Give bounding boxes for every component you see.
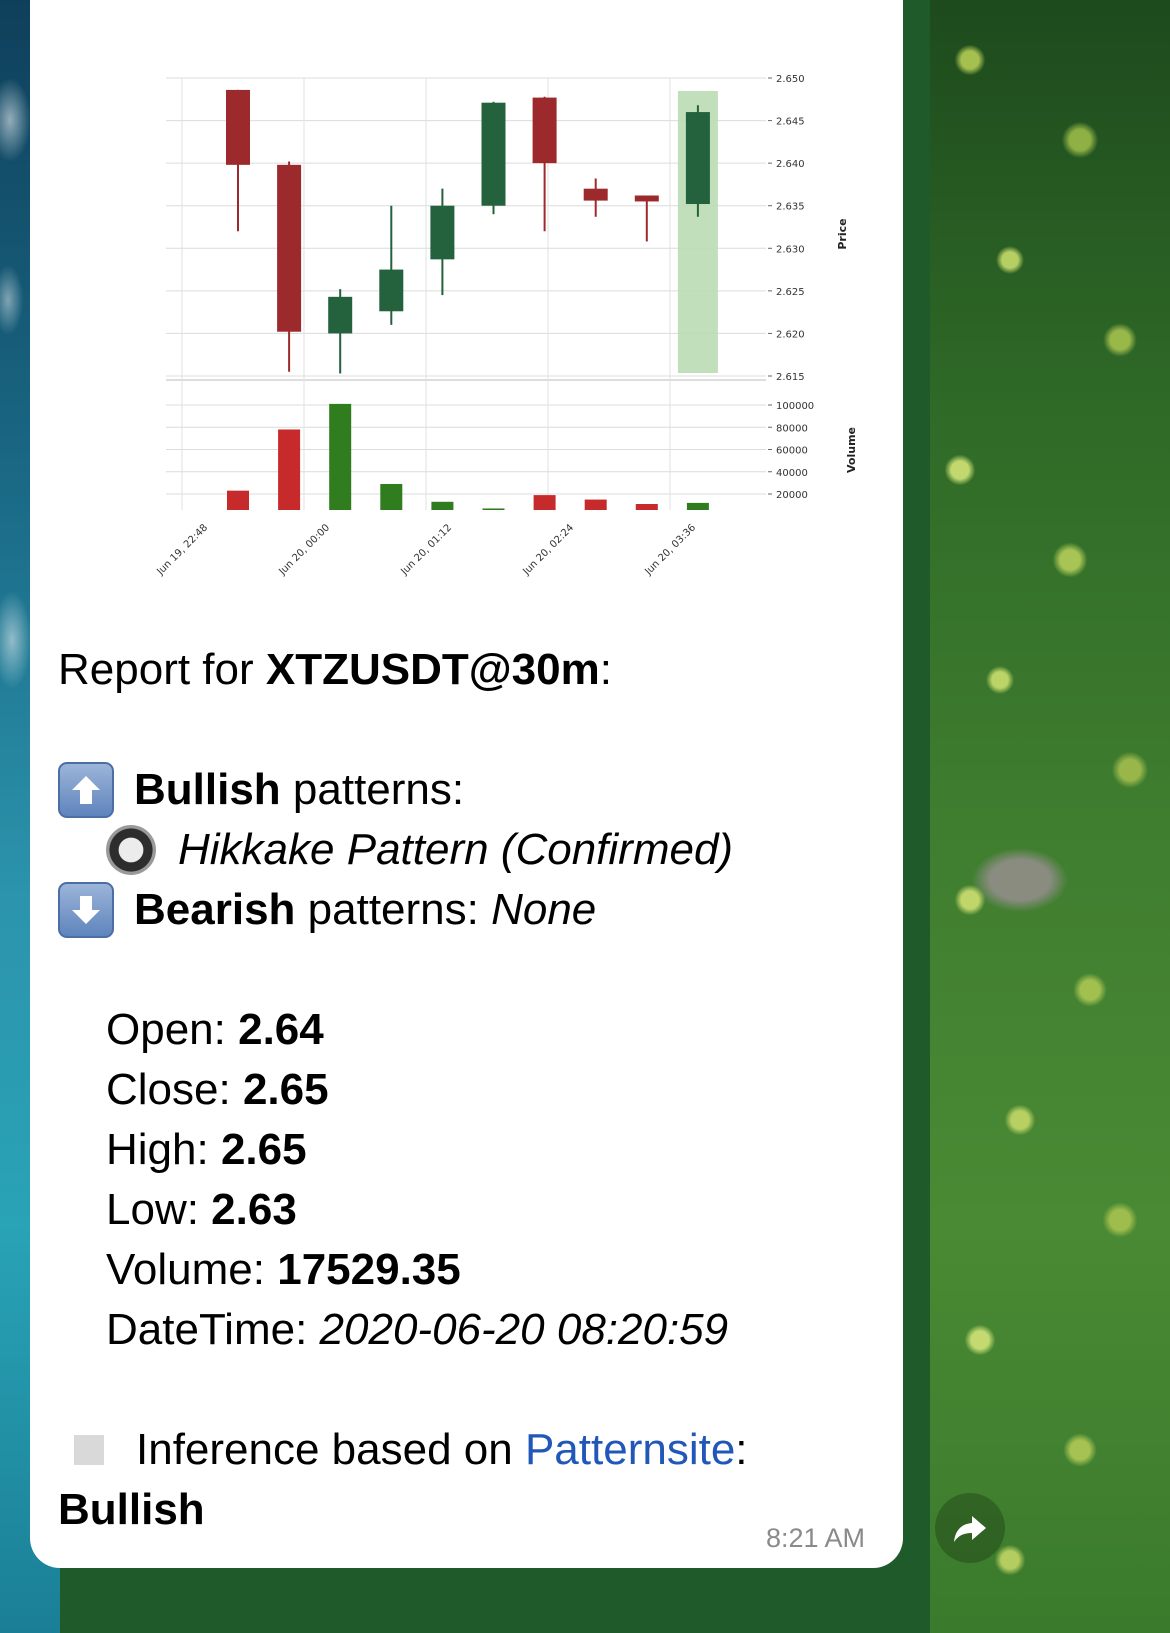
time-tick-label: Jun 20, 01:12 — [398, 522, 454, 578]
price-tick-label: 2.645 — [776, 117, 805, 128]
datetime-label: DateTime: — [106, 1305, 320, 1354]
wallpaper-forest — [930, 0, 1170, 1633]
patternsite-link[interactable]: Patternsite — [525, 1420, 735, 1480]
volume-value: 17529.35 — [277, 1245, 461, 1294]
bullish-line: Bullish patterns: — [58, 760, 878, 820]
price-tick-label: 2.615 — [776, 372, 805, 383]
bearish-label: Bearish — [134, 885, 296, 934]
volume-bar — [635, 504, 658, 510]
bullish-pattern-name: Hikkake Pattern (Confirmed) — [178, 825, 734, 874]
high-line: High: 2.65 — [106, 1120, 878, 1180]
bearish-candle — [226, 89, 250, 165]
low-line: Low: 2.63 — [106, 1180, 878, 1240]
bullish-item: Hikkake Pattern (Confirmed) — [58, 820, 878, 880]
bullish-label: Bullish — [134, 765, 281, 814]
bearish-candle — [583, 188, 608, 201]
datetime-value: 2020-06-20 08:20:59 — [319, 1305, 729, 1354]
volume-bar — [533, 495, 556, 510]
price-tick-label: 2.640 — [776, 159, 805, 170]
volume-bar — [329, 403, 352, 510]
close-label: Close: — [106, 1065, 243, 1114]
close-line: Close: 2.65 — [106, 1060, 878, 1120]
volume-tick-label: 40000 — [776, 468, 808, 479]
radio-button-emoji-icon — [106, 825, 156, 875]
close-value: 2.65 — [242, 1065, 329, 1114]
high-label: High: — [106, 1125, 221, 1174]
open-label: Open: — [106, 1005, 239, 1054]
volume-bar — [482, 508, 505, 510]
volume-tick-label: 80000 — [776, 423, 808, 434]
time-tick-label: Jun 20, 02:24 — [520, 522, 576, 578]
volume-bar — [278, 429, 301, 510]
bearish-candle — [277, 164, 302, 332]
bullish-candle — [685, 112, 710, 205]
up-arrow-emoji-icon — [58, 762, 114, 818]
message-time: 8:21 AM — [765, 1523, 865, 1553]
report-suffix: : — [599, 645, 612, 694]
inference-prefix: Inference based on — [136, 1425, 525, 1474]
down-arrow-emoji-icon — [58, 882, 114, 938]
bullish-candle — [328, 296, 353, 334]
chart-image[interactable]: 2.650 2.645 2.640 2.635 2.630 2.625 2.620 2.615… — [30, 0, 903, 610]
volume-tick-label: 100000 — [776, 401, 814, 412]
time-tick-label: Jun 20, 00:00 — [276, 522, 332, 578]
bullish-candle — [430, 205, 455, 260]
volume-bar — [380, 483, 403, 510]
volume-line: Volume: 17529.35 — [106, 1240, 878, 1300]
price-tick-label: 2.620 — [776, 329, 805, 340]
report-title: Report for XTZUSDT@30m: — [58, 640, 878, 700]
report-prefix: Report for — [58, 645, 254, 694]
bearish-value: None — [491, 885, 597, 934]
inference-line: Inference based on Patternsite: — [58, 1420, 878, 1480]
low-label: Low: — [106, 1185, 212, 1234]
low-value: 2.63 — [211, 1185, 297, 1234]
bearish-candle — [634, 195, 659, 202]
candles — [226, 89, 710, 374]
volume-bar — [431, 501, 454, 510]
volume-bar — [227, 490, 249, 510]
datetime-line: DateTime: 2020-06-20 08:20:59 — [106, 1300, 878, 1360]
bullish-candle — [481, 102, 506, 206]
price-axis-label: Price — [836, 218, 849, 249]
volume-label: Volume: — [106, 1245, 278, 1294]
volume-axis-label: Volume — [845, 427, 858, 473]
high-value: 2.65 — [220, 1125, 307, 1174]
ohlc-stats: Open: 2.64 Close: 2.65 High: 2.65 Low: 2… — [58, 1000, 878, 1360]
bullish-rest: patterns: — [280, 765, 465, 814]
price-tick-label: 2.650 — [776, 74, 805, 85]
symbol: XTZUSDT@30m — [265, 645, 600, 694]
share-button[interactable] — [935, 1493, 1005, 1563]
time-tick-label: Jun 20, 03:36 — [642, 522, 698, 578]
volume-tick-label: 60000 — [776, 446, 808, 457]
volume-bar — [584, 499, 607, 510]
price-tick-label: 2.635 — [776, 202, 805, 213]
inference-result: Bullish — [58, 1485, 205, 1534]
chart-axes: 2.650 2.645 2.640 2.635 2.630 2.625 2.620 2.615… — [154, 74, 858, 578]
message-text: Report for XTZUSDT@30m: Bullish patterns… — [58, 640, 878, 1540]
bearish-candle — [532, 97, 557, 164]
bearish-rest: patterns: — [295, 885, 492, 934]
price-tick-label: 2.630 — [776, 244, 805, 255]
open-value: 2.64 — [238, 1005, 324, 1054]
volume-tick-label: 20000 — [776, 490, 808, 501]
inference-suffix: : — [735, 1425, 748, 1474]
white-square-emoji-icon — [74, 1435, 104, 1465]
price-tick-label: 2.625 — [776, 287, 805, 298]
message-bubble[interactable]: 2.650 2.645 2.640 2.635 2.630 2.625 2.620 2.615… — [30, 0, 903, 1568]
time-tick-label: Jun 19, 22:48 — [154, 522, 210, 578]
chart-grid — [166, 77, 766, 510]
bullish-candle — [379, 269, 404, 312]
share-arrow-icon — [954, 1516, 986, 1542]
open-line: Open: 2.64 — [106, 1000, 878, 1060]
candlestick-chart: 2.650 2.645 2.640 2.635 2.630 2.625 2.620 2.615… — [154, 74, 858, 578]
bearish-line: Bearish patterns: None — [58, 880, 878, 940]
inference-result-line: Bullish — [58, 1480, 878, 1540]
volume-bar — [686, 502, 709, 510]
